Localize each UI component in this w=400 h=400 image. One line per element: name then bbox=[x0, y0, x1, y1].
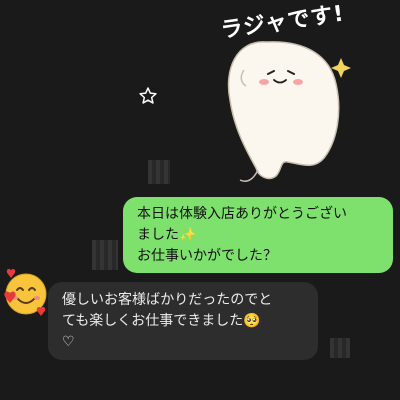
outgoing-message-bubble[interactable]: 本日は体験入店ありがとうござい ました✨ お仕事いかがでした？ bbox=[123, 197, 393, 273]
ghost-sticker: ラジャです! bbox=[196, 0, 366, 200]
message-text: 本日は体験入店ありがとうござい bbox=[137, 206, 347, 222]
blurred-timestamp bbox=[330, 338, 350, 358]
message-text: 優しいお客様ばかりだったのでと bbox=[62, 292, 273, 308]
avatar[interactable] bbox=[0, 268, 50, 320]
blurred-timestamp bbox=[92, 240, 118, 270]
message-text: ても楽しくお仕事できました🥺 bbox=[62, 313, 261, 329]
message-text: ました✨ bbox=[137, 227, 197, 243]
smiling-face-with-hearts-icon bbox=[4, 268, 47, 316]
message-text: お仕事いかがでした？ bbox=[137, 248, 277, 264]
blurred-timestamp bbox=[148, 160, 170, 184]
message-text: ♡ bbox=[62, 334, 75, 350]
star-button[interactable] bbox=[134, 82, 162, 110]
incoming-message-bubble[interactable]: 優しいお客様ばかりだったのでと ても楽しくお仕事できました🥺 ♡ bbox=[48, 282, 318, 360]
star-icon bbox=[139, 87, 157, 104]
